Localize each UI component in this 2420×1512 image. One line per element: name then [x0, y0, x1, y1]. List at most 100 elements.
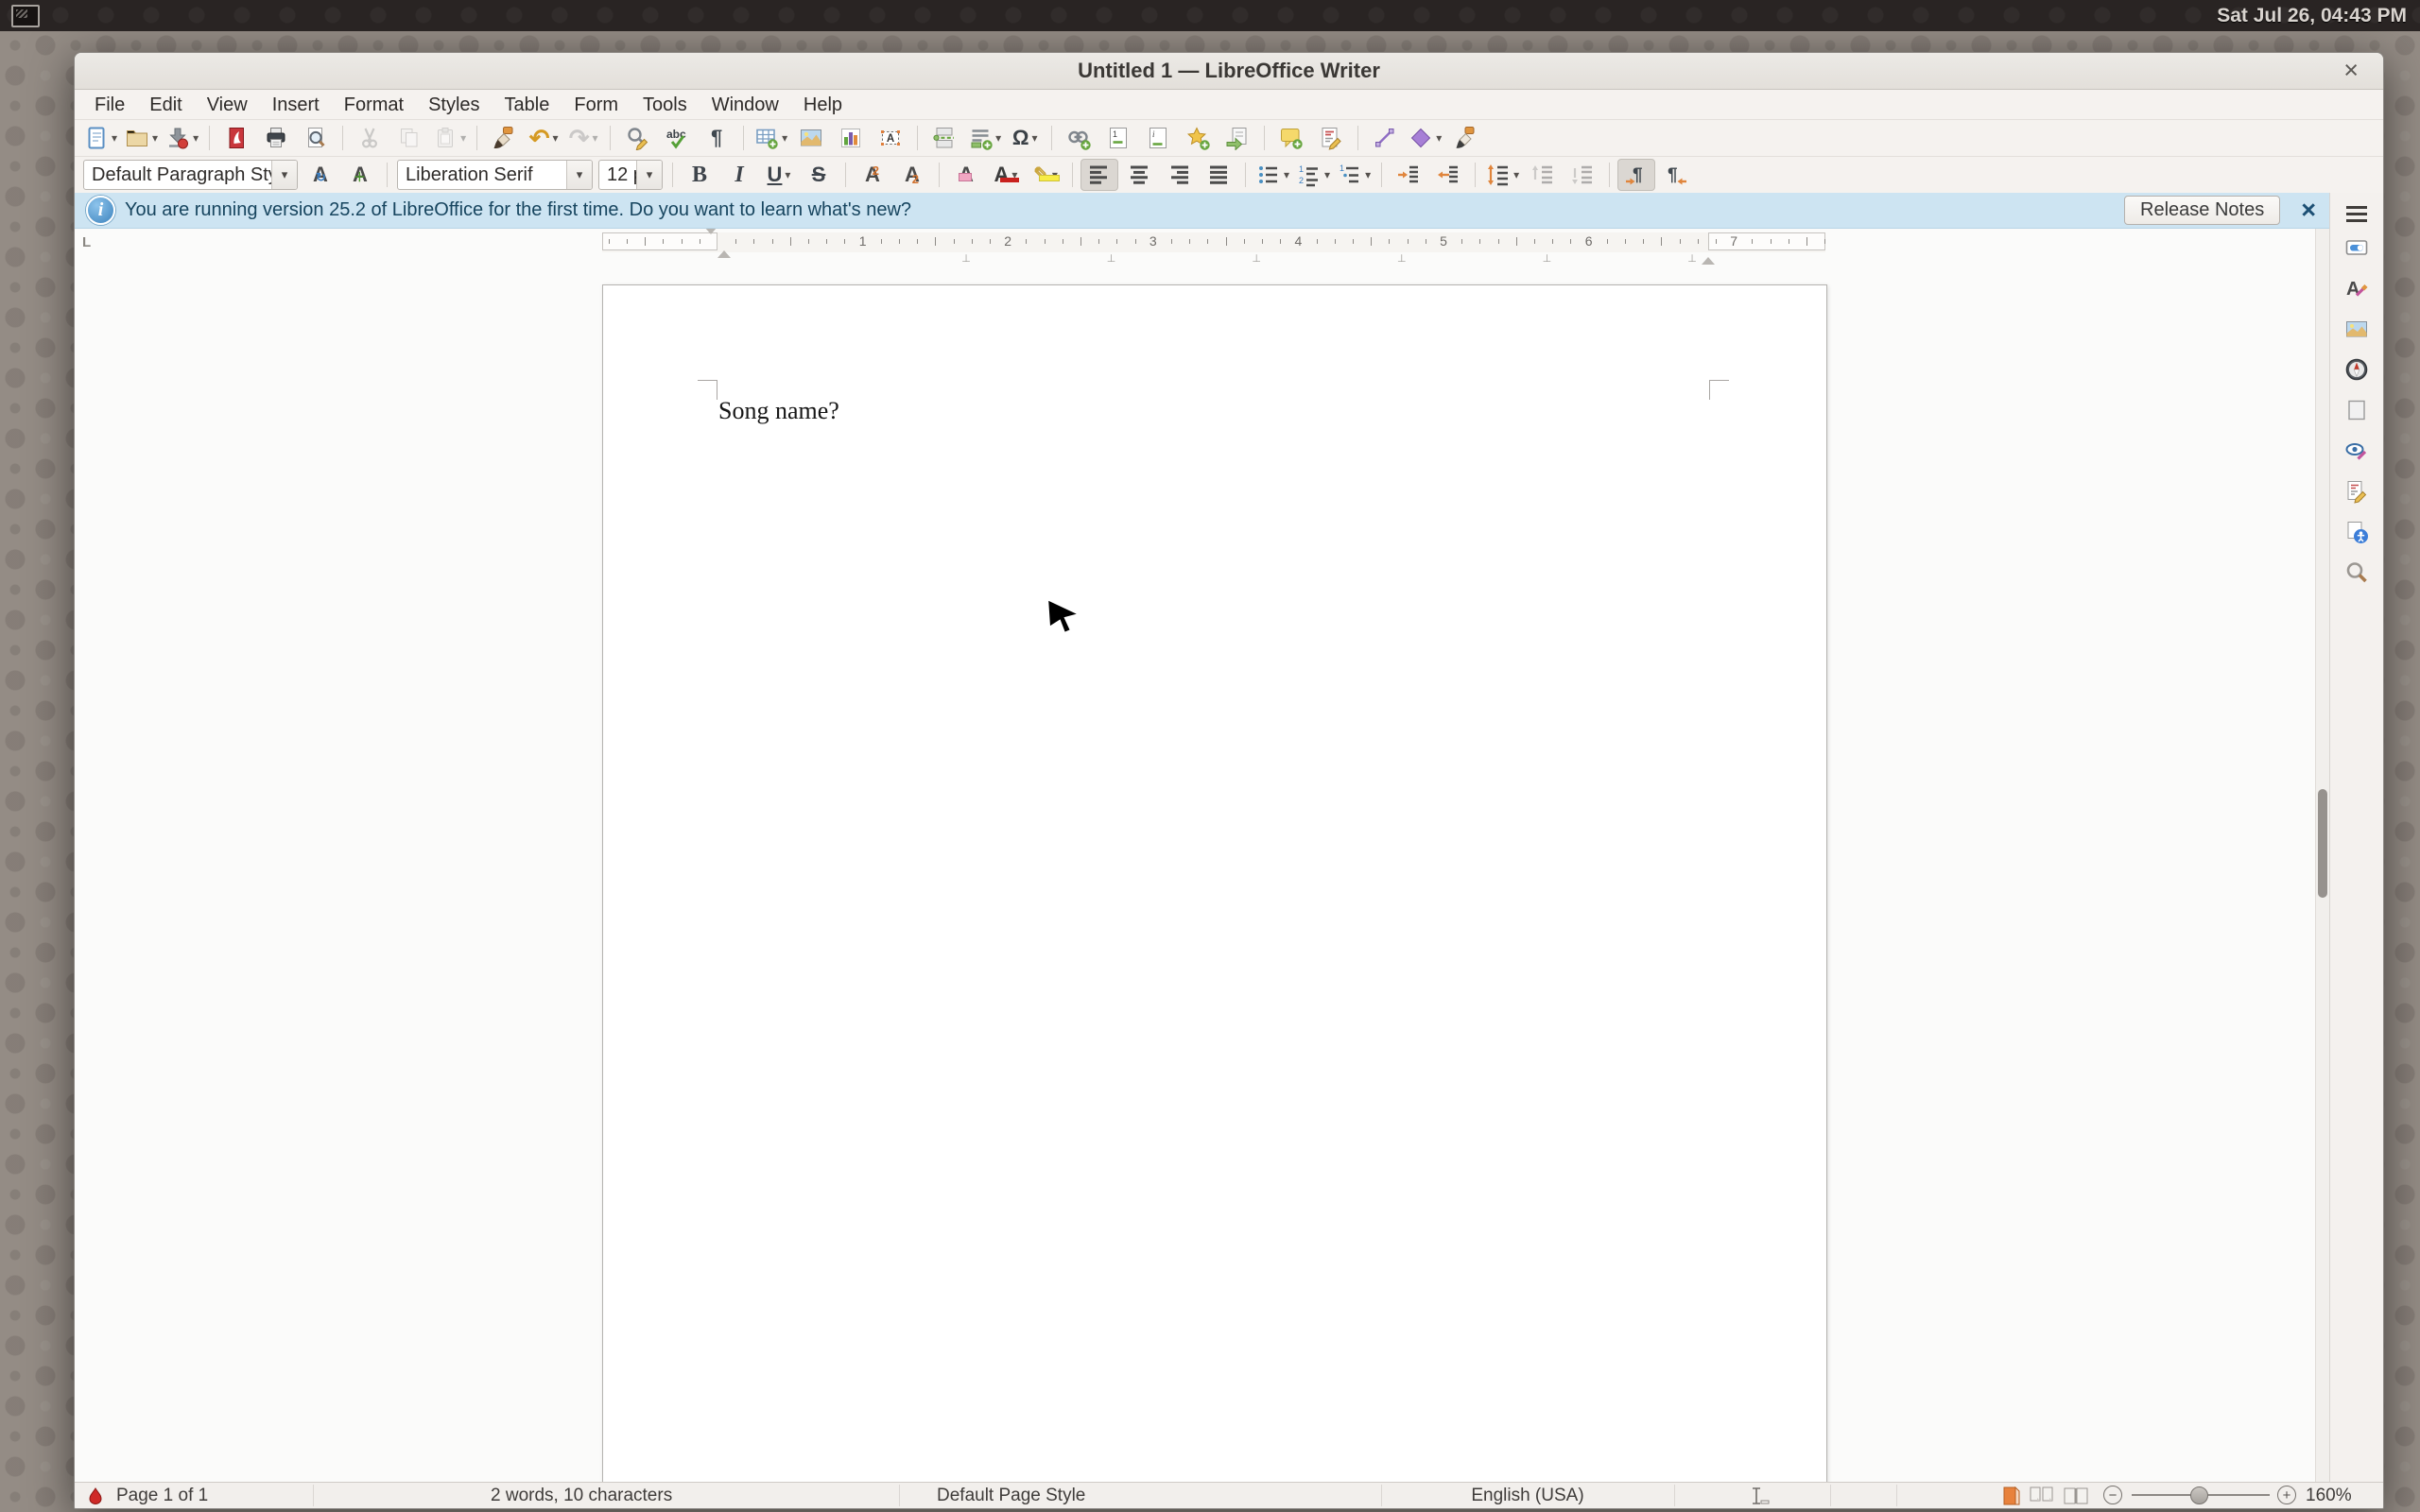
insert-page-break-button[interactable]	[925, 122, 963, 154]
print-button[interactable]	[257, 122, 295, 154]
insert-special-character-button[interactable]: Ω▾	[1006, 122, 1044, 154]
new-document-dropdown-arrow[interactable]: ▾	[112, 131, 117, 145]
unordered-list-dropdown-arrow[interactable]: ▾	[1284, 168, 1289, 181]
sidebar-deck-find[interactable]	[2339, 558, 2375, 592]
line-spacing-button[interactable]: ▾	[1483, 159, 1522, 191]
insert-hyperlink-button[interactable]	[1060, 122, 1098, 154]
single-page-view-icon[interactable]	[2003, 1486, 2020, 1509]
underline-dropdown-arrow[interactable]: ▾	[785, 168, 790, 181]
font-name-combobox[interactable]: Liberation Serif▾	[397, 160, 593, 190]
align-right-button[interactable]	[1160, 159, 1198, 191]
spelling-button[interactable]: abc	[658, 122, 696, 154]
line-spacing-dropdown-arrow[interactable]: ▾	[1513, 168, 1519, 181]
font-size-value[interactable]: 12 pt	[599, 164, 636, 186]
language-field[interactable]: English (USA)	[1381, 1486, 1674, 1506]
insert-table-dropdown-arrow[interactable]: ▾	[782, 131, 787, 145]
align-left-button[interactable]	[1080, 159, 1118, 191]
print-preview-button[interactable]	[297, 122, 335, 154]
unordered-list-button[interactable]: ▾	[1253, 159, 1292, 191]
insert-footnote-button[interactable]: 1	[1099, 122, 1137, 154]
undo-button[interactable]: ↶▾	[525, 122, 562, 154]
show-draw-functions-button[interactable]	[1446, 122, 1484, 154]
selection-mode-icon[interactable]	[1750, 1486, 1772, 1509]
screenshot-tool-icon[interactable]	[11, 5, 40, 27]
zoom-out-button[interactable]: −	[2103, 1486, 2122, 1504]
sidebar-deck-accessibility-check[interactable]	[2339, 517, 2375, 551]
find-and-replace-button[interactable]	[618, 122, 656, 154]
formatting-marks-button[interactable]: ¶	[698, 122, 735, 154]
window-titlebar[interactable]: Untitled 1 — LibreOffice Writer ×	[75, 53, 2383, 90]
basic-shapes-dropdown-arrow[interactable]: ▾	[1436, 131, 1442, 145]
new-style-button[interactable]: A＋	[341, 159, 379, 191]
sidebar-deck-styles[interactable]: A	[2339, 273, 2375, 307]
insert-comment-button[interactable]	[1272, 122, 1310, 154]
insert-chart-button[interactable]	[832, 122, 870, 154]
align-center-button[interactable]	[1120, 159, 1158, 191]
underline-button[interactable]: U▾	[760, 159, 798, 191]
insert-field-button[interactable]: ▾	[965, 122, 1004, 154]
ordered-list-button[interactable]: 12▾	[1294, 159, 1333, 191]
ordered-list-dropdown-arrow[interactable]: ▾	[1324, 168, 1330, 181]
left-to-right-button[interactable]: ¶	[1617, 159, 1655, 191]
bold-button[interactable]: B	[681, 159, 718, 191]
sidebar-deck-gallery[interactable]	[2339, 314, 2375, 348]
open-button[interactable]: ▾	[122, 122, 161, 154]
strikethrough-button[interactable]: S	[800, 159, 838, 191]
insert-bookmark-button[interactable]	[1179, 122, 1217, 154]
italic-button[interactable]: I	[720, 159, 758, 191]
undo-dropdown-arrow[interactable]: ▾	[553, 131, 559, 145]
menu-insert[interactable]: Insert	[260, 91, 332, 119]
outline-list-button[interactable]: 1▾	[1335, 159, 1374, 191]
release-notes-button[interactable]: Release Notes	[2124, 196, 2280, 225]
new-document-button[interactable]: ▾	[81, 122, 120, 154]
insert-table-button[interactable]: ▾	[752, 122, 790, 154]
sidebar-deck-navigator[interactable]	[2339, 354, 2375, 388]
sidebar-deck-page[interactable]	[2339, 395, 2375, 429]
font-name-dropdown-arrow[interactable]: ▾	[566, 161, 592, 189]
insert-line-button[interactable]	[1366, 122, 1404, 154]
align-justify-button[interactable]	[1200, 159, 1237, 191]
menu-tools[interactable]: Tools	[631, 91, 700, 119]
zoom-in-button[interactable]: +	[2277, 1486, 2296, 1504]
word-count-field[interactable]: 2 words, 10 characters	[491, 1486, 672, 1506]
font-size-dropdown-arrow[interactable]: ▾	[636, 161, 662, 189]
menu-format[interactable]: Format	[332, 91, 416, 119]
unsaved-changes-icon[interactable]	[88, 1487, 103, 1509]
menu-file[interactable]: File	[82, 91, 137, 119]
clear-formatting-button[interactable]: A	[947, 159, 985, 191]
decrease-indent-button[interactable]	[1429, 159, 1467, 191]
ruler-tab-type-selector[interactable]: L	[82, 234, 91, 250]
right-to-left-button[interactable]: ¶	[1657, 159, 1695, 191]
menu-table[interactable]: Table	[493, 91, 562, 119]
font-color-button[interactable]: A▾	[987, 159, 1025, 191]
clone-formatting-button[interactable]	[485, 122, 523, 154]
outline-list-dropdown-arrow[interactable]: ▾	[1365, 168, 1371, 181]
superscript-button[interactable]: A2	[854, 159, 891, 191]
menu-window[interactable]: Window	[700, 91, 791, 119]
menu-form[interactable]: Form	[562, 91, 631, 119]
font-name-value[interactable]: Liberation Serif	[398, 164, 566, 186]
insert-endnote-button[interactable]: i	[1139, 122, 1177, 154]
sidebar-deck-properties[interactable]	[2339, 232, 2375, 266]
paragraph-style-value[interactable]: Default Paragraph Style	[84, 164, 271, 186]
vertical-scrollbar[interactable]	[2315, 229, 2329, 1482]
page-number-field[interactable]: Page 1 of 1	[116, 1486, 208, 1506]
update-style-button[interactable]: A↻	[302, 159, 339, 191]
menu-edit[interactable]: Edit	[137, 91, 194, 119]
insert-special-character-dropdown-arrow[interactable]: ▾	[1031, 131, 1037, 145]
highlight-color-button[interactable]: ✎▾	[1027, 159, 1064, 191]
document-page[interactable]: Song name?	[602, 284, 1827, 1482]
book-view-icon[interactable]	[2064, 1486, 2088, 1509]
document-text[interactable]: Song name?	[718, 397, 839, 425]
subscript-button[interactable]: A2	[893, 159, 931, 191]
indent-marker-left[interactable]	[704, 234, 731, 251]
sidebar-deck-manage-changes[interactable]	[2339, 476, 2375, 510]
menu-help[interactable]: Help	[791, 91, 855, 119]
zoom-slider-thumb[interactable]	[2190, 1486, 2208, 1504]
sidebar-settings-button[interactable]	[2341, 201, 2373, 226]
paragraph-style-dropdown-arrow[interactable]: ▾	[271, 161, 297, 189]
page-style-field[interactable]: Default Page Style	[937, 1486, 1085, 1506]
insert-field-dropdown-arrow[interactable]: ▾	[995, 131, 1001, 145]
sidebar-deck-style-inspector[interactable]	[2339, 436, 2375, 470]
track-changes-button[interactable]	[1312, 122, 1350, 154]
